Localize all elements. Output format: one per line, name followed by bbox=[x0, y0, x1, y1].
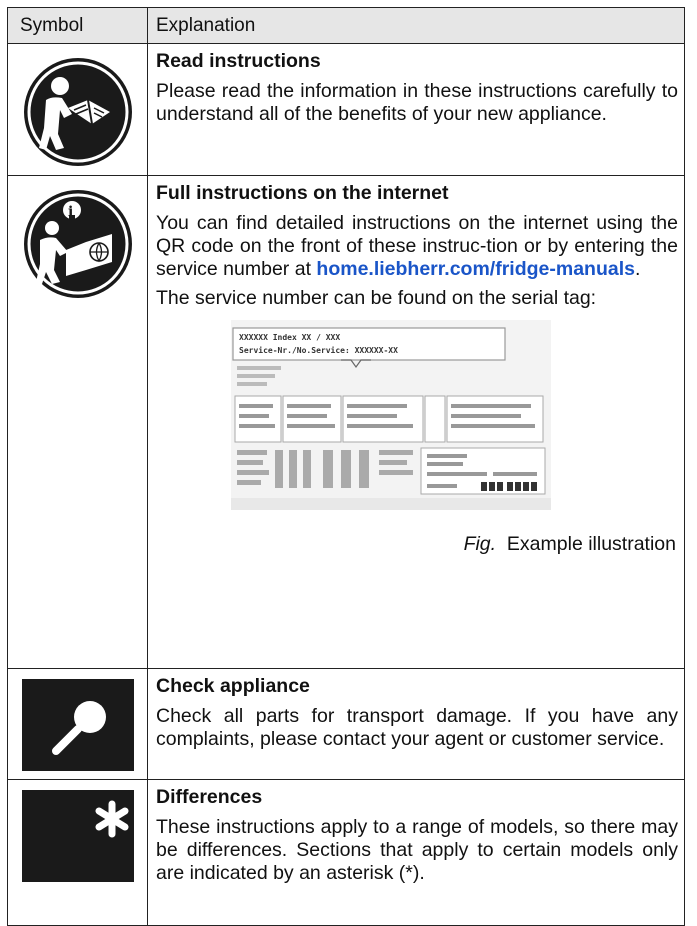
tag-line-2: Service-Nr./No.Service: XXXXXX-XX bbox=[239, 345, 398, 355]
header-symbol: Symbol bbox=[8, 8, 148, 43]
explanation-cell: Full instructions on the internet You ca… bbox=[148, 176, 684, 668]
symbol-cell: i bbox=[8, 176, 148, 668]
row-text: These instructions apply to a range of m… bbox=[156, 816, 678, 884]
table-row: Differences These instructions apply to … bbox=[8, 780, 684, 925]
table-row: Read instructions Please read the inform… bbox=[8, 44, 684, 176]
caption-fig-label: Fig. bbox=[463, 533, 497, 555]
magnifier-icon bbox=[22, 679, 134, 771]
row-text: Check all parts for transport damage. If… bbox=[156, 705, 678, 750]
table-row: Check appliance Check all parts for tran… bbox=[8, 669, 684, 780]
serial-tag-figure: XXXXXX Index XX / XXX Service-Nr./No.Ser… bbox=[156, 316, 678, 556]
header-explanation: Explanation bbox=[156, 15, 256, 36]
table-row: i Full instructions on the internet You … bbox=[8, 176, 684, 669]
figure-caption: Fig. Example illustration bbox=[464, 533, 678, 556]
caption-text: Example illustration bbox=[506, 533, 676, 555]
row-text: You can find detailed instructions on th… bbox=[156, 212, 678, 281]
row-text: Please read the information in these ins… bbox=[156, 80, 678, 125]
internet-instructions-icon: i bbox=[24, 190, 132, 298]
row-title: Full instructions on the internet bbox=[156, 182, 449, 204]
explanation-cell: Read instructions Please read the inform… bbox=[148, 44, 684, 175]
symbol-cell bbox=[8, 780, 148, 925]
explanation-cell: Differences These instructions apply to … bbox=[148, 780, 684, 925]
asterisk-icon bbox=[22, 790, 134, 882]
row-text-after: . bbox=[635, 258, 641, 280]
row-title: Read instructions bbox=[156, 50, 321, 72]
manuals-link[interactable]: home.liebherr.com/fridge-manuals bbox=[316, 258, 635, 280]
serial-tag-image: XXXXXX Index XX / XXX Service-Nr./No.Ser… bbox=[231, 320, 551, 510]
symbol-cell bbox=[8, 44, 148, 175]
svg-text:i: i bbox=[68, 204, 73, 220]
symbol-table: Symbol Explanation Read instructions Ple… bbox=[7, 7, 685, 926]
explanation-cell: Check appliance Check all parts for tran… bbox=[148, 669, 684, 779]
row-title: Check appliance bbox=[156, 675, 310, 697]
read-instructions-icon bbox=[24, 58, 132, 166]
table-header: Symbol Explanation bbox=[8, 8, 684, 44]
symbol-cell bbox=[8, 669, 148, 779]
tag-line-1: XXXXXX Index XX / XXX bbox=[239, 333, 340, 342]
row-title: Differences bbox=[156, 786, 263, 808]
row-text-2: The service number can be found on the s… bbox=[156, 287, 597, 309]
